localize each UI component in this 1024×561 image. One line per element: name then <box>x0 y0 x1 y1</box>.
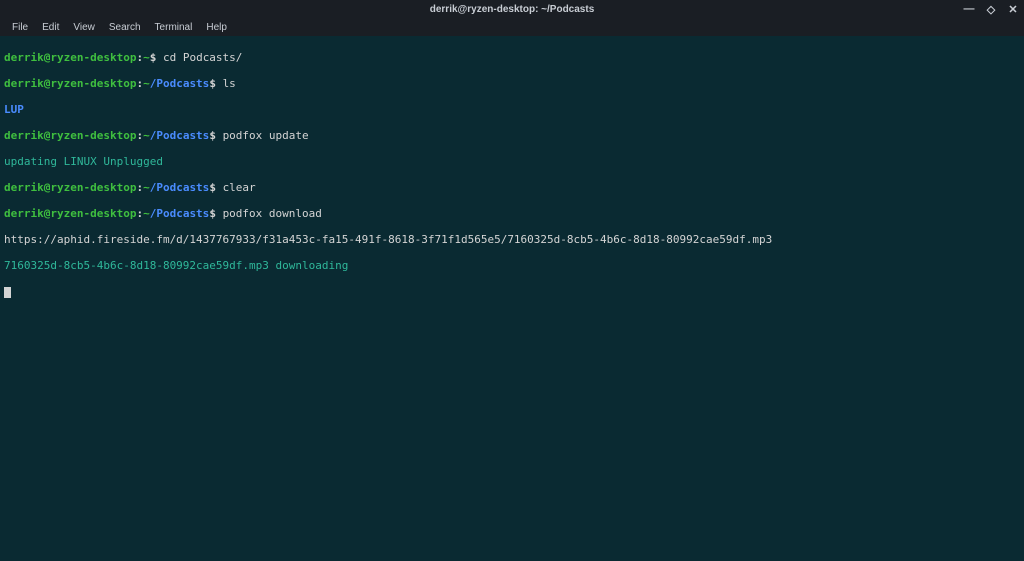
prompt-path-dir: /Podcasts <box>150 77 210 90</box>
terminal-line: derrik@ryzen-desktop:~/Podcasts$ clear <box>4 181 1020 194</box>
window-title: derrik@ryzen-desktop: ~/Podcasts <box>430 4 595 15</box>
window-controls: — ◇ ✕ <box>962 3 1020 16</box>
prompt-user-host: derrik@ryzen-desktop <box>4 207 136 220</box>
prompt-path-home: ~ <box>143 181 150 194</box>
output-text: updating LINUX Unplugged <box>4 155 163 168</box>
command-text: cd Podcasts/ <box>163 51 242 64</box>
menu-search[interactable]: Search <box>103 20 147 35</box>
prompt-path-dir: /Podcasts <box>150 181 210 194</box>
command-text: clear <box>223 181 256 194</box>
close-button[interactable]: ✕ <box>1006 3 1020 16</box>
prompt-path-home: ~ <box>143 207 150 220</box>
terminal-line <box>4 285 1020 298</box>
command-text: ls <box>223 77 236 90</box>
prompt-user-host: derrik@ryzen-desktop <box>4 181 136 194</box>
prompt-path-home: ~ <box>143 129 150 142</box>
menu-file[interactable]: File <box>6 20 34 35</box>
prompt-user-host: derrik@ryzen-desktop <box>4 51 136 64</box>
prompt-path-dir: /Podcasts <box>150 129 210 142</box>
prompt-user-host: derrik@ryzen-desktop <box>4 129 136 142</box>
menu-view[interactable]: View <box>67 20 101 35</box>
output-url: https://aphid.fireside.fm/d/1437767933/f… <box>4 233 772 246</box>
terminal-line: https://aphid.fireside.fm/d/1437767933/f… <box>4 233 1020 246</box>
command-text: podfox download <box>223 207 322 220</box>
command-text: podfox update <box>223 129 309 142</box>
ls-output: LUP <box>4 103 24 116</box>
menubar: File Edit View Search Terminal Help <box>0 18 1024 36</box>
menu-terminal[interactable]: Terminal <box>149 20 199 35</box>
window-titlebar: derrik@ryzen-desktop: ~/Podcasts — ◇ ✕ <box>0 0 1024 18</box>
menu-help[interactable]: Help <box>200 20 233 35</box>
prompt-user-host: derrik@ryzen-desktop <box>4 77 136 90</box>
prompt-path: ~ <box>143 51 150 64</box>
terminal-output[interactable]: derrik@ryzen-desktop:~$ cd Podcasts/ der… <box>0 36 1024 313</box>
terminal-line: 7160325d-8cb5-4b6c-8d18-80992cae59df.mp3… <box>4 259 1020 272</box>
terminal-line: derrik@ryzen-desktop:~/Podcasts$ ls <box>4 77 1020 90</box>
terminal-line: derrik@ryzen-desktop:~/Podcasts$ podfox … <box>4 207 1020 220</box>
terminal-line: updating LINUX Unplugged <box>4 155 1020 168</box>
terminal-line: derrik@ryzen-desktop:~$ cd Podcasts/ <box>4 51 1020 64</box>
prompt-path-dir: /Podcasts <box>150 207 210 220</box>
output-text: 7160325d-8cb5-4b6c-8d18-80992cae59df.mp3… <box>4 259 348 272</box>
maximize-button[interactable]: ◇ <box>984 3 998 16</box>
menu-edit[interactable]: Edit <box>36 20 65 35</box>
terminal-line: LUP <box>4 103 1020 116</box>
prompt-path-home: ~ <box>143 77 150 90</box>
minimize-button[interactable]: — <box>962 3 976 15</box>
cursor <box>4 287 11 298</box>
terminal-line: derrik@ryzen-desktop:~/Podcasts$ podfox … <box>4 129 1020 142</box>
